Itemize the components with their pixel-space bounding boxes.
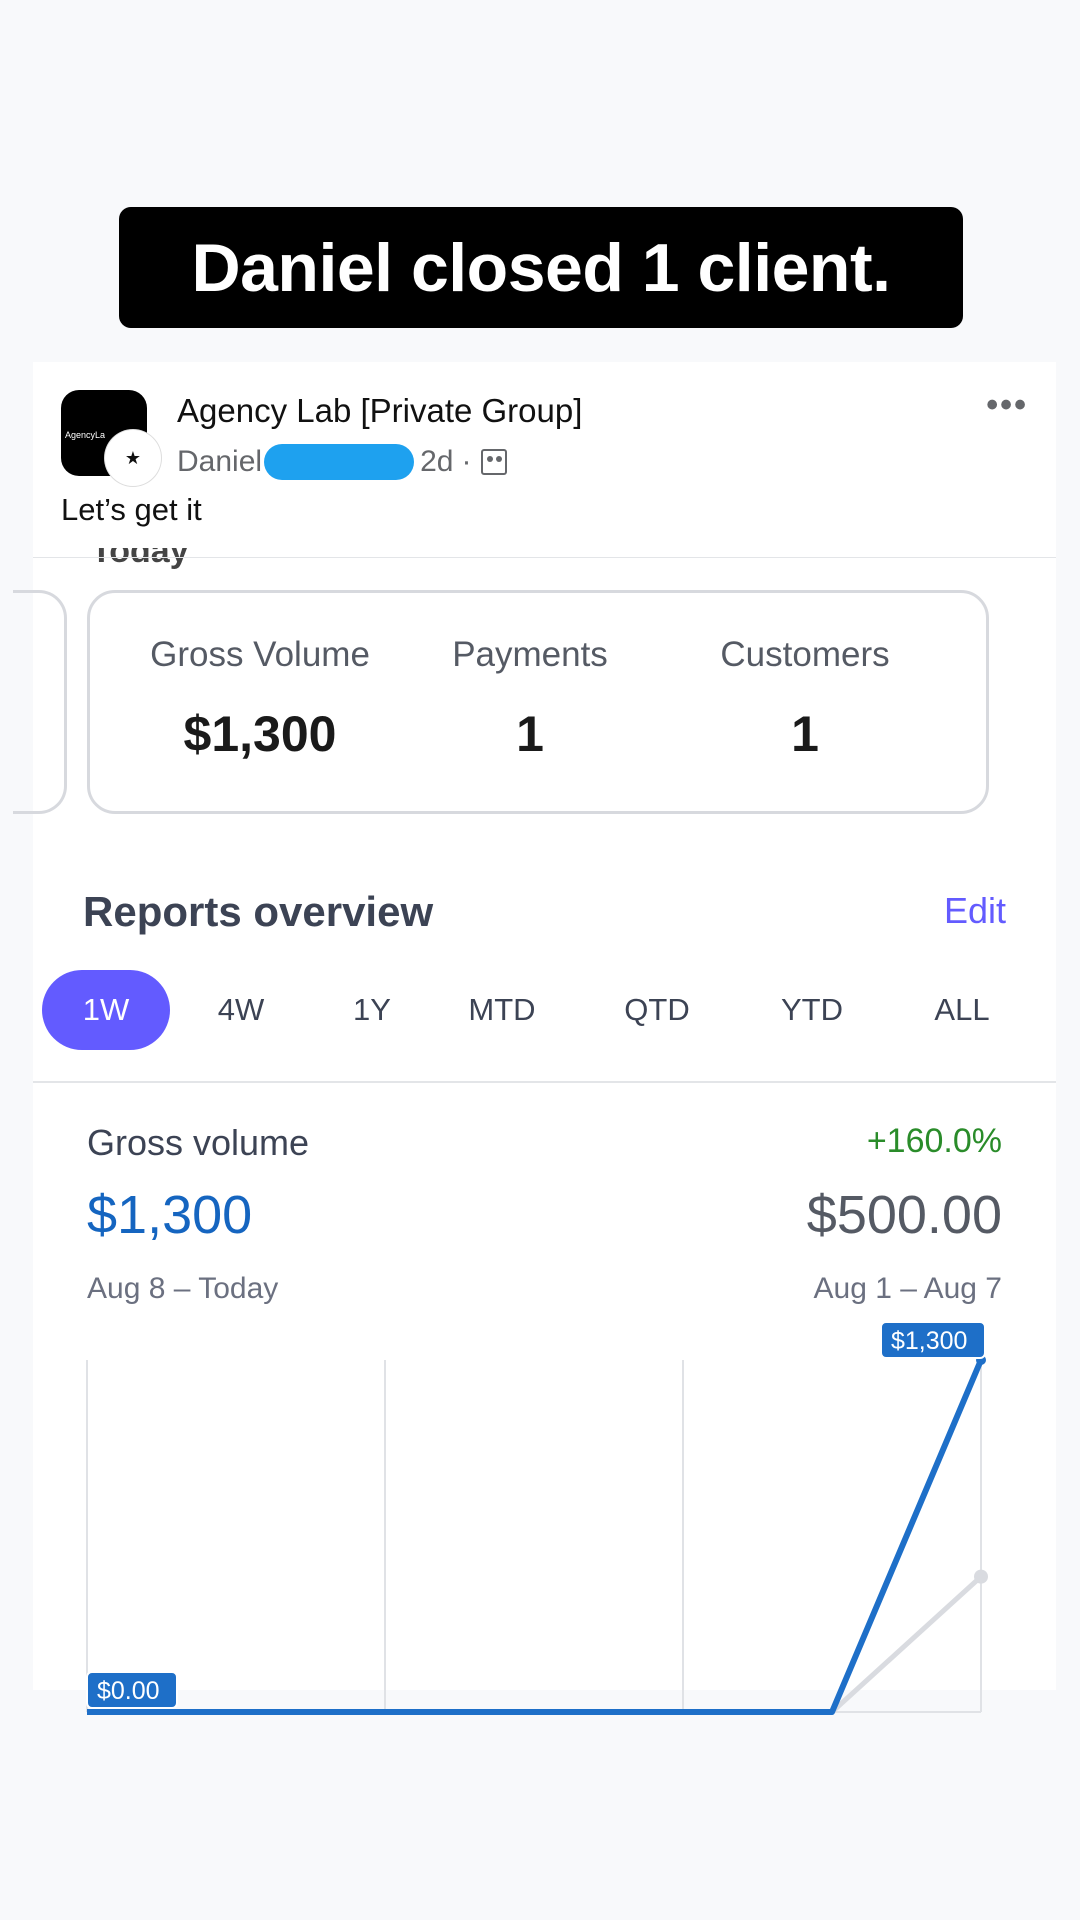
stat-gross-volume: Gross Volume $1,300	[130, 635, 390, 763]
gross-volume-change: +160.0%	[866, 1122, 1002, 1160]
gross-volume-chart[interactable]: $1,300 $0.00	[33, 1322, 1056, 1742]
stat-label: Customers	[720, 635, 890, 674]
series-line-current	[87, 1358, 984, 1715]
group-logo-text: AgencyLa	[65, 430, 106, 440]
series-line-previous	[87, 1574, 983, 1715]
group-name[interactable]: Agency Lab [Private Group]	[177, 392, 582, 430]
meta-separator: ·	[461, 445, 472, 478]
series-point-previous	[974, 1569, 988, 1584]
tab-mtd[interactable]: MTD	[447, 970, 557, 1050]
post-header: AgencyLa ★ Agency Lab [Private Group] Da…	[33, 362, 1056, 557]
divider	[33, 1081, 1056, 1083]
author-name[interactable]: Daniel	[177, 445, 262, 479]
tab-qtd[interactable]: QTD	[602, 970, 712, 1050]
cut-heading-text: Today	[91, 548, 189, 570]
stat-label: Payments	[452, 635, 608, 674]
stat-value: $1,300	[183, 706, 337, 762]
post-text: Let’s get it	[61, 492, 202, 527]
stat-value: 1	[516, 706, 544, 762]
reports-title: Reports overview	[83, 888, 434, 935]
cut-heading: Today	[91, 548, 231, 570]
edit-button[interactable]: Edit	[944, 890, 1006, 932]
data-label-start-text: $0.00	[97, 1677, 160, 1705]
redaction-mark	[264, 444, 415, 480]
tab-1y[interactable]: 1Y	[332, 970, 412, 1050]
tab-4w[interactable]: 4W	[196, 970, 286, 1050]
gross-volume-previous: $500.00	[806, 1185, 1002, 1245]
star-icon: ★	[124, 447, 142, 468]
tab-ytd[interactable]: YTD	[762, 970, 862, 1050]
range-tabs: 1W 4W 1Y MTD QTD YTD ALL	[42, 970, 1042, 1050]
post-time[interactable]: 2d	[420, 445, 453, 479]
previous-period: Aug 1 – Aug 7	[813, 1272, 1003, 1305]
post-meta: Daniel 2d ·	[177, 444, 508, 480]
more-icon[interactable]: •••	[986, 386, 1028, 425]
stats-card[interactable]: Gross Volume $1,300 Payments 1 Customers…	[87, 590, 989, 814]
post-card: AgencyLa ★ Agency Lab [Private Group] Da…	[13, 362, 1056, 1715]
gross-volume-current: $1,300	[87, 1185, 253, 1245]
gross-volume-label: Gross volume	[87, 1122, 310, 1163]
avatar[interactable]: ★	[105, 430, 161, 486]
audience-icon[interactable]	[481, 449, 508, 475]
data-label-end-text: $1,300	[891, 1327, 967, 1355]
stat-payments: Payments 1	[420, 635, 640, 763]
divider	[33, 557, 1056, 558]
caption-banner: Daniel closed 1 client.	[119, 207, 963, 328]
stat-value: 1	[791, 706, 819, 762]
tab-1w[interactable]: 1W	[42, 970, 170, 1050]
previous-stats-card[interactable]	[13, 590, 67, 814]
stat-label: Gross Volume	[150, 635, 370, 674]
tab-all[interactable]: ALL	[912, 970, 1012, 1050]
stat-customers: Customers 1	[690, 635, 920, 763]
current-period: Aug 8 – Today	[87, 1272, 279, 1305]
